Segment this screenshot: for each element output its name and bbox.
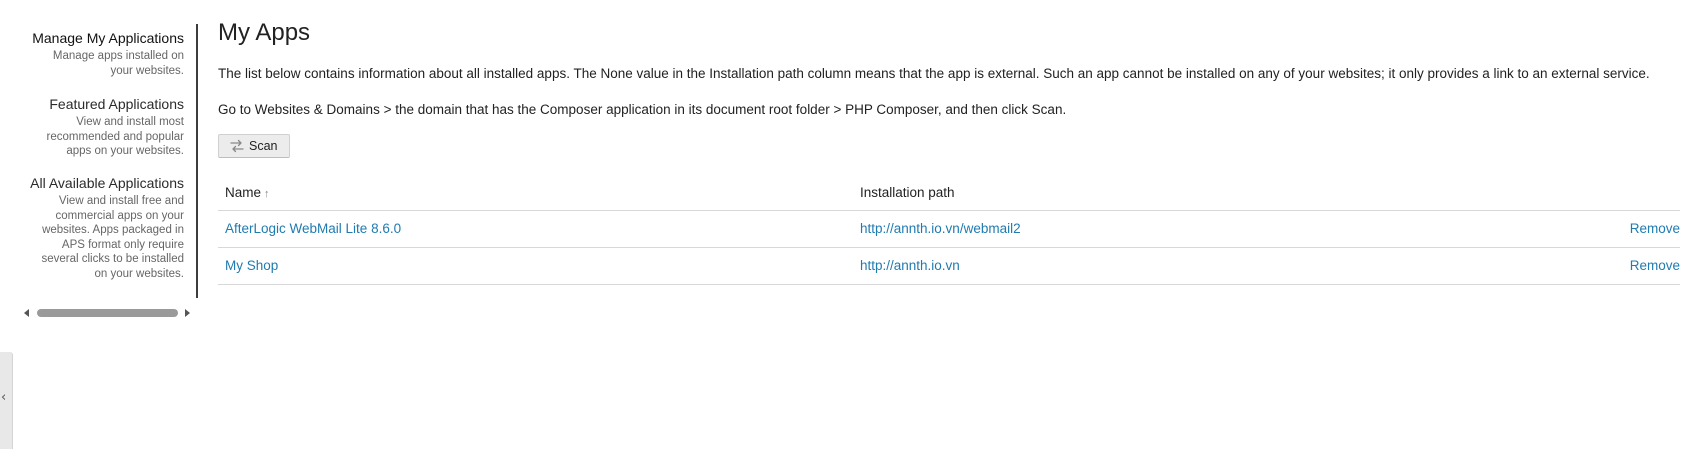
sidebar-item-title[interactable]: Featured Applications (34, 96, 184, 113)
scan-button[interactable]: Scan (218, 134, 290, 158)
sort-ascending-icon: ↑ (264, 188, 270, 200)
scroll-right-arrow-icon[interactable] (185, 309, 190, 317)
scrollbar-thumb[interactable] (37, 309, 178, 317)
sidebar-item-title[interactable]: All Available Applications (6, 175, 184, 192)
scroll-left-arrow-icon[interactable] (24, 309, 29, 317)
scan-arrows-icon (230, 139, 244, 153)
table-header: Name ↑ Installation path (218, 176, 1680, 211)
instruction-paragraph: Go to Websites & Domains > the domain th… (218, 102, 1067, 117)
sidebar-horizontal-scrollbar[interactable] (22, 307, 192, 319)
installation-path-link[interactable]: http://annth.io.vn/webmail2 (860, 220, 1021, 238)
sidebar-item-featured-applications[interactable]: Featured Applications View and install m… (34, 96, 184, 159)
sidebar-item-description: View and install most recommended and po… (46, 116, 184, 157)
remove-link[interactable]: Remove (1630, 220, 1680, 238)
sidebar-item-all-available-applications[interactable]: All Available Applications View and inst… (6, 175, 184, 281)
sidebar-item-description: View and install free and commercial app… (41, 195, 184, 280)
main-content: My Apps The list below contains informat… (218, 18, 1680, 285)
description-paragraph: The list below contains information abou… (218, 66, 1650, 81)
table-row: AfterLogic WebMail Lite 8.6.0 http://ann… (218, 211, 1680, 248)
page-title: My Apps (218, 19, 311, 46)
sidebar: Manage My Applications Manage apps insta… (0, 24, 198, 298)
sidebar-collapse-handle[interactable]: ‹ (0, 352, 13, 449)
apps-table: Name ↑ Installation path AfterLogic WebMa… (218, 176, 1680, 285)
sidebar-item-manage-my-applications[interactable]: Manage My Applications Manage apps insta… (6, 30, 184, 78)
sidebar-item-title[interactable]: Manage My Applications (6, 30, 184, 47)
scan-button-label: Scan (249, 139, 278, 153)
column-header-name[interactable]: Name ↑ (225, 184, 270, 203)
installation-path-link[interactable]: http://annth.io.vn (860, 257, 960, 275)
column-header-name-label: Name (225, 185, 262, 200)
table-row: My Shop http://annth.io.vn Remove (218, 248, 1680, 285)
sidebar-item-description: Manage apps installed on your websites. (52, 50, 184, 77)
app-name-link[interactable]: AfterLogic WebMail Lite 8.6.0 (225, 220, 401, 238)
column-header-installation-path: Installation path (860, 185, 955, 200)
app-name-link[interactable]: My Shop (225, 257, 278, 275)
remove-link[interactable]: Remove (1630, 257, 1680, 275)
chevron-left-icon: ‹ (1, 390, 7, 405)
app-root: Manage My Applications Manage apps insta… (0, 0, 1687, 449)
